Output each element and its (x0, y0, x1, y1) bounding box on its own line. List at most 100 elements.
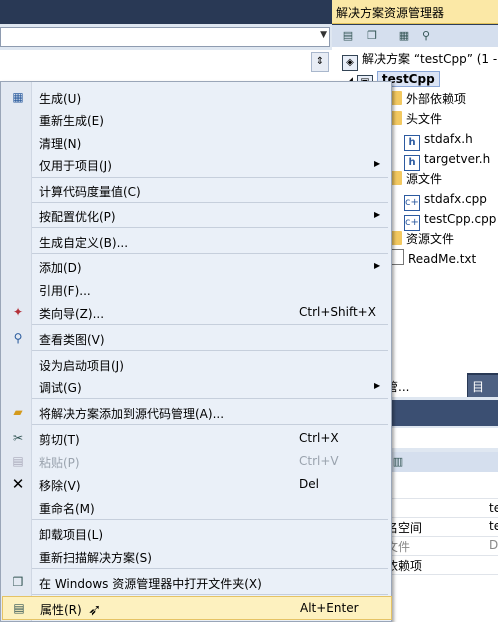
tree-item[interactable]: 外部依赖项 (388, 89, 466, 109)
menu-item-label: 按配置优化(P) (39, 210, 116, 224)
menu-separator (32, 519, 388, 520)
tree-item-label: stdafx.h (424, 132, 473, 146)
tree-item[interactable]: 资源文件 (388, 229, 454, 249)
menu-item-shortcut: Ctrl+V (299, 454, 339, 468)
menu-item-label: 引用(F)... (39, 284, 91, 298)
tree-item[interactable]: 源文件 (388, 169, 442, 189)
menu-item-label: 仅用于项目(J) (39, 159, 112, 173)
menu-item-label: 重新生成(E) (39, 114, 104, 128)
tree-item-label: targetver.h (424, 152, 491, 166)
property-value[interactable]: te (489, 519, 498, 533)
tree-item-label: 头文件 (406, 112, 443, 126)
menu-item-open-in-explorer[interactable]: ❒ 在 Windows 资源管理器中打开文件夹(X) (2, 571, 390, 593)
menu-item-label: 生成自定义(B)... (39, 236, 129, 250)
tree-item[interactable]: h stdafx.h (404, 129, 473, 151)
tree-solution[interactable]: ◈ 解决方案 “testCpp” (1 - (342, 49, 498, 71)
properties-icon: ▤ (13, 601, 25, 615)
class-diagram-icon: ⚲ (13, 331, 23, 345)
menu-separator (32, 594, 388, 595)
menu-item-label: 类向导(Z)... (39, 307, 105, 321)
chevron-down-icon[interactable]: ▼ (320, 30, 327, 40)
menu-item-label: 卸载项目(L) (39, 528, 104, 542)
tree-item[interactable]: 头文件 (388, 109, 442, 129)
menu-item-label: 移除(V) (39, 479, 81, 493)
submenu-arrow-icon: ▶ (374, 381, 381, 390)
tree-item-label: 源文件 (406, 172, 443, 186)
class-view-icon[interactable]: ⚲ (418, 28, 434, 44)
solution-label: 解决方案 “testCpp” (1 - (362, 52, 498, 66)
tree-item[interactable]: c+ stdafx.cpp (404, 189, 487, 211)
menu-item-properties[interactable]: ▤ 属性(R) Alt+Enter (2, 596, 392, 620)
menu-item-label: 重命名(M) (39, 502, 95, 516)
menu-item-code-metrics[interactable]: 计算代码度量值(C) (2, 179, 390, 201)
solution-explorer-title: 解决方案资源管理器 (332, 0, 498, 24)
menu-item-cut[interactable]: ✂ 剪切(T) Ctrl+X (2, 427, 390, 449)
properties-toolbar-icon[interactable]: ▤ (340, 28, 356, 44)
show-all-files-icon[interactable]: ❐ (364, 28, 380, 44)
menu-item-shortcut: Alt+Enter (300, 601, 359, 615)
menu-item-view-class-diagram[interactable]: ⚲ 查看类图(V) (2, 327, 390, 349)
menu-item-build-customizations[interactable]: 生成自定义(B)... (2, 230, 390, 252)
menu-item-remove[interactable]: ✕ 移除(V) Del (2, 473, 390, 495)
menu-item-label: 剪切(T) (39, 433, 80, 447)
menu-item-profile-guided[interactable]: 按配置优化(P) ▶ (2, 204, 390, 226)
menu-item-label: 清理(N) (39, 137, 82, 151)
class-wizard-icon: ✦ (12, 305, 24, 319)
member-dropdown[interactable]: ▼ (0, 27, 330, 47)
paste-icon: ▤ (12, 454, 24, 468)
menu-item-references[interactable]: 引用(F)... (2, 278, 390, 300)
menu-separator (32, 177, 388, 178)
menu-item-debug[interactable]: 调试(G) ▶ (2, 375, 390, 397)
menu-item-rename[interactable]: 重命名(M) (2, 496, 390, 518)
tree-item-label: stdafx.cpp (424, 192, 487, 206)
menu-separator (32, 424, 388, 425)
property-pages-icon[interactable]: ▥ (390, 454, 406, 470)
menu-item-build[interactable]: ▦ 生成(U) (2, 86, 390, 108)
tab-class-view[interactable]: 目 (468, 375, 498, 397)
menu-separator (32, 398, 388, 399)
menu-item-label: 调试(G) (39, 381, 82, 395)
source-control-icon: ▰ (13, 405, 23, 419)
tree-item[interactable]: ReadMe.txt (388, 249, 476, 269)
cut-icon: ✂ (12, 431, 24, 445)
menu-item-paste[interactable]: ▤ 粘贴(P) Ctrl+V (2, 450, 390, 472)
tree-item-label: 资源文件 (406, 232, 455, 246)
menu-item-add-source-control[interactable]: ▰ 将解决方案添加到源代码管理(A)... (2, 401, 390, 423)
submenu-arrow-icon: ▶ (374, 210, 381, 219)
menu-item-shortcut: Del (299, 477, 319, 491)
submenu-arrow-icon: ▶ (374, 261, 381, 270)
property-value[interactable]: te (489, 501, 498, 515)
menu-separator (32, 227, 388, 228)
remove-icon: ✕ (11, 475, 25, 493)
menu-item-set-startup[interactable]: 设为启动项目(J) (2, 353, 390, 375)
tree-item-label: 外部依赖项 (406, 92, 467, 106)
menu-item-add[interactable]: 添加(D) ▶ (2, 255, 390, 277)
context-menu: ▦ 生成(U) 重新生成(E) 清理(N) 仅用于项目(J) ▶ 计算代码度量值(C… (0, 81, 392, 622)
solution-explorer-toolbar: ▤ ❐ ▦ ⚲ (332, 25, 498, 47)
tree-item[interactable]: h targetver.h (404, 149, 491, 171)
build-icon: ▦ (12, 90, 24, 104)
menu-item-label: 在 Windows 资源管理器中打开文件夹(X) (39, 577, 262, 591)
menu-item-label: 设为启动项目(J) (39, 359, 124, 373)
property-value[interactable]: D (489, 538, 498, 552)
menu-item-label: 计算代码度量值(C) (39, 185, 141, 199)
menu-separator (32, 202, 388, 203)
mouse-cursor-icon: ➶ (88, 600, 102, 619)
tree-item-label: ReadMe.txt (408, 252, 477, 266)
tree-item[interactable]: c+ testCpp.cpp (404, 209, 496, 231)
menu-item-unload-project[interactable]: 卸载项目(L) (2, 522, 390, 544)
menu-item-rebuild[interactable]: 重新生成(E) (2, 108, 390, 130)
menu-item-label: 生成(U) (39, 92, 82, 106)
menu-item-label: 将解决方案添加到源代码管理(A)... (39, 407, 225, 421)
menu-item-clean[interactable]: 清理(N) (2, 131, 390, 153)
menu-separator (32, 350, 388, 351)
menu-item-shortcut: Ctrl+Shift+X (299, 305, 376, 319)
submenu-arrow-icon: ▶ (374, 159, 381, 168)
menu-item-class-wizard[interactable]: ✦ 类向导(Z)... Ctrl+Shift+X (2, 301, 390, 323)
menu-item-rescan-solution[interactable]: 重新扫描解决方案(S) (2, 545, 390, 567)
menu-item-project-only[interactable]: 仅用于项目(J) ▶ (2, 153, 390, 175)
menu-separator (32, 324, 388, 325)
split-handle[interactable]: ⇕ (311, 52, 329, 72)
menu-item-label: 粘贴(P) (39, 456, 80, 470)
view-code-icon[interactable]: ▦ (396, 28, 412, 44)
